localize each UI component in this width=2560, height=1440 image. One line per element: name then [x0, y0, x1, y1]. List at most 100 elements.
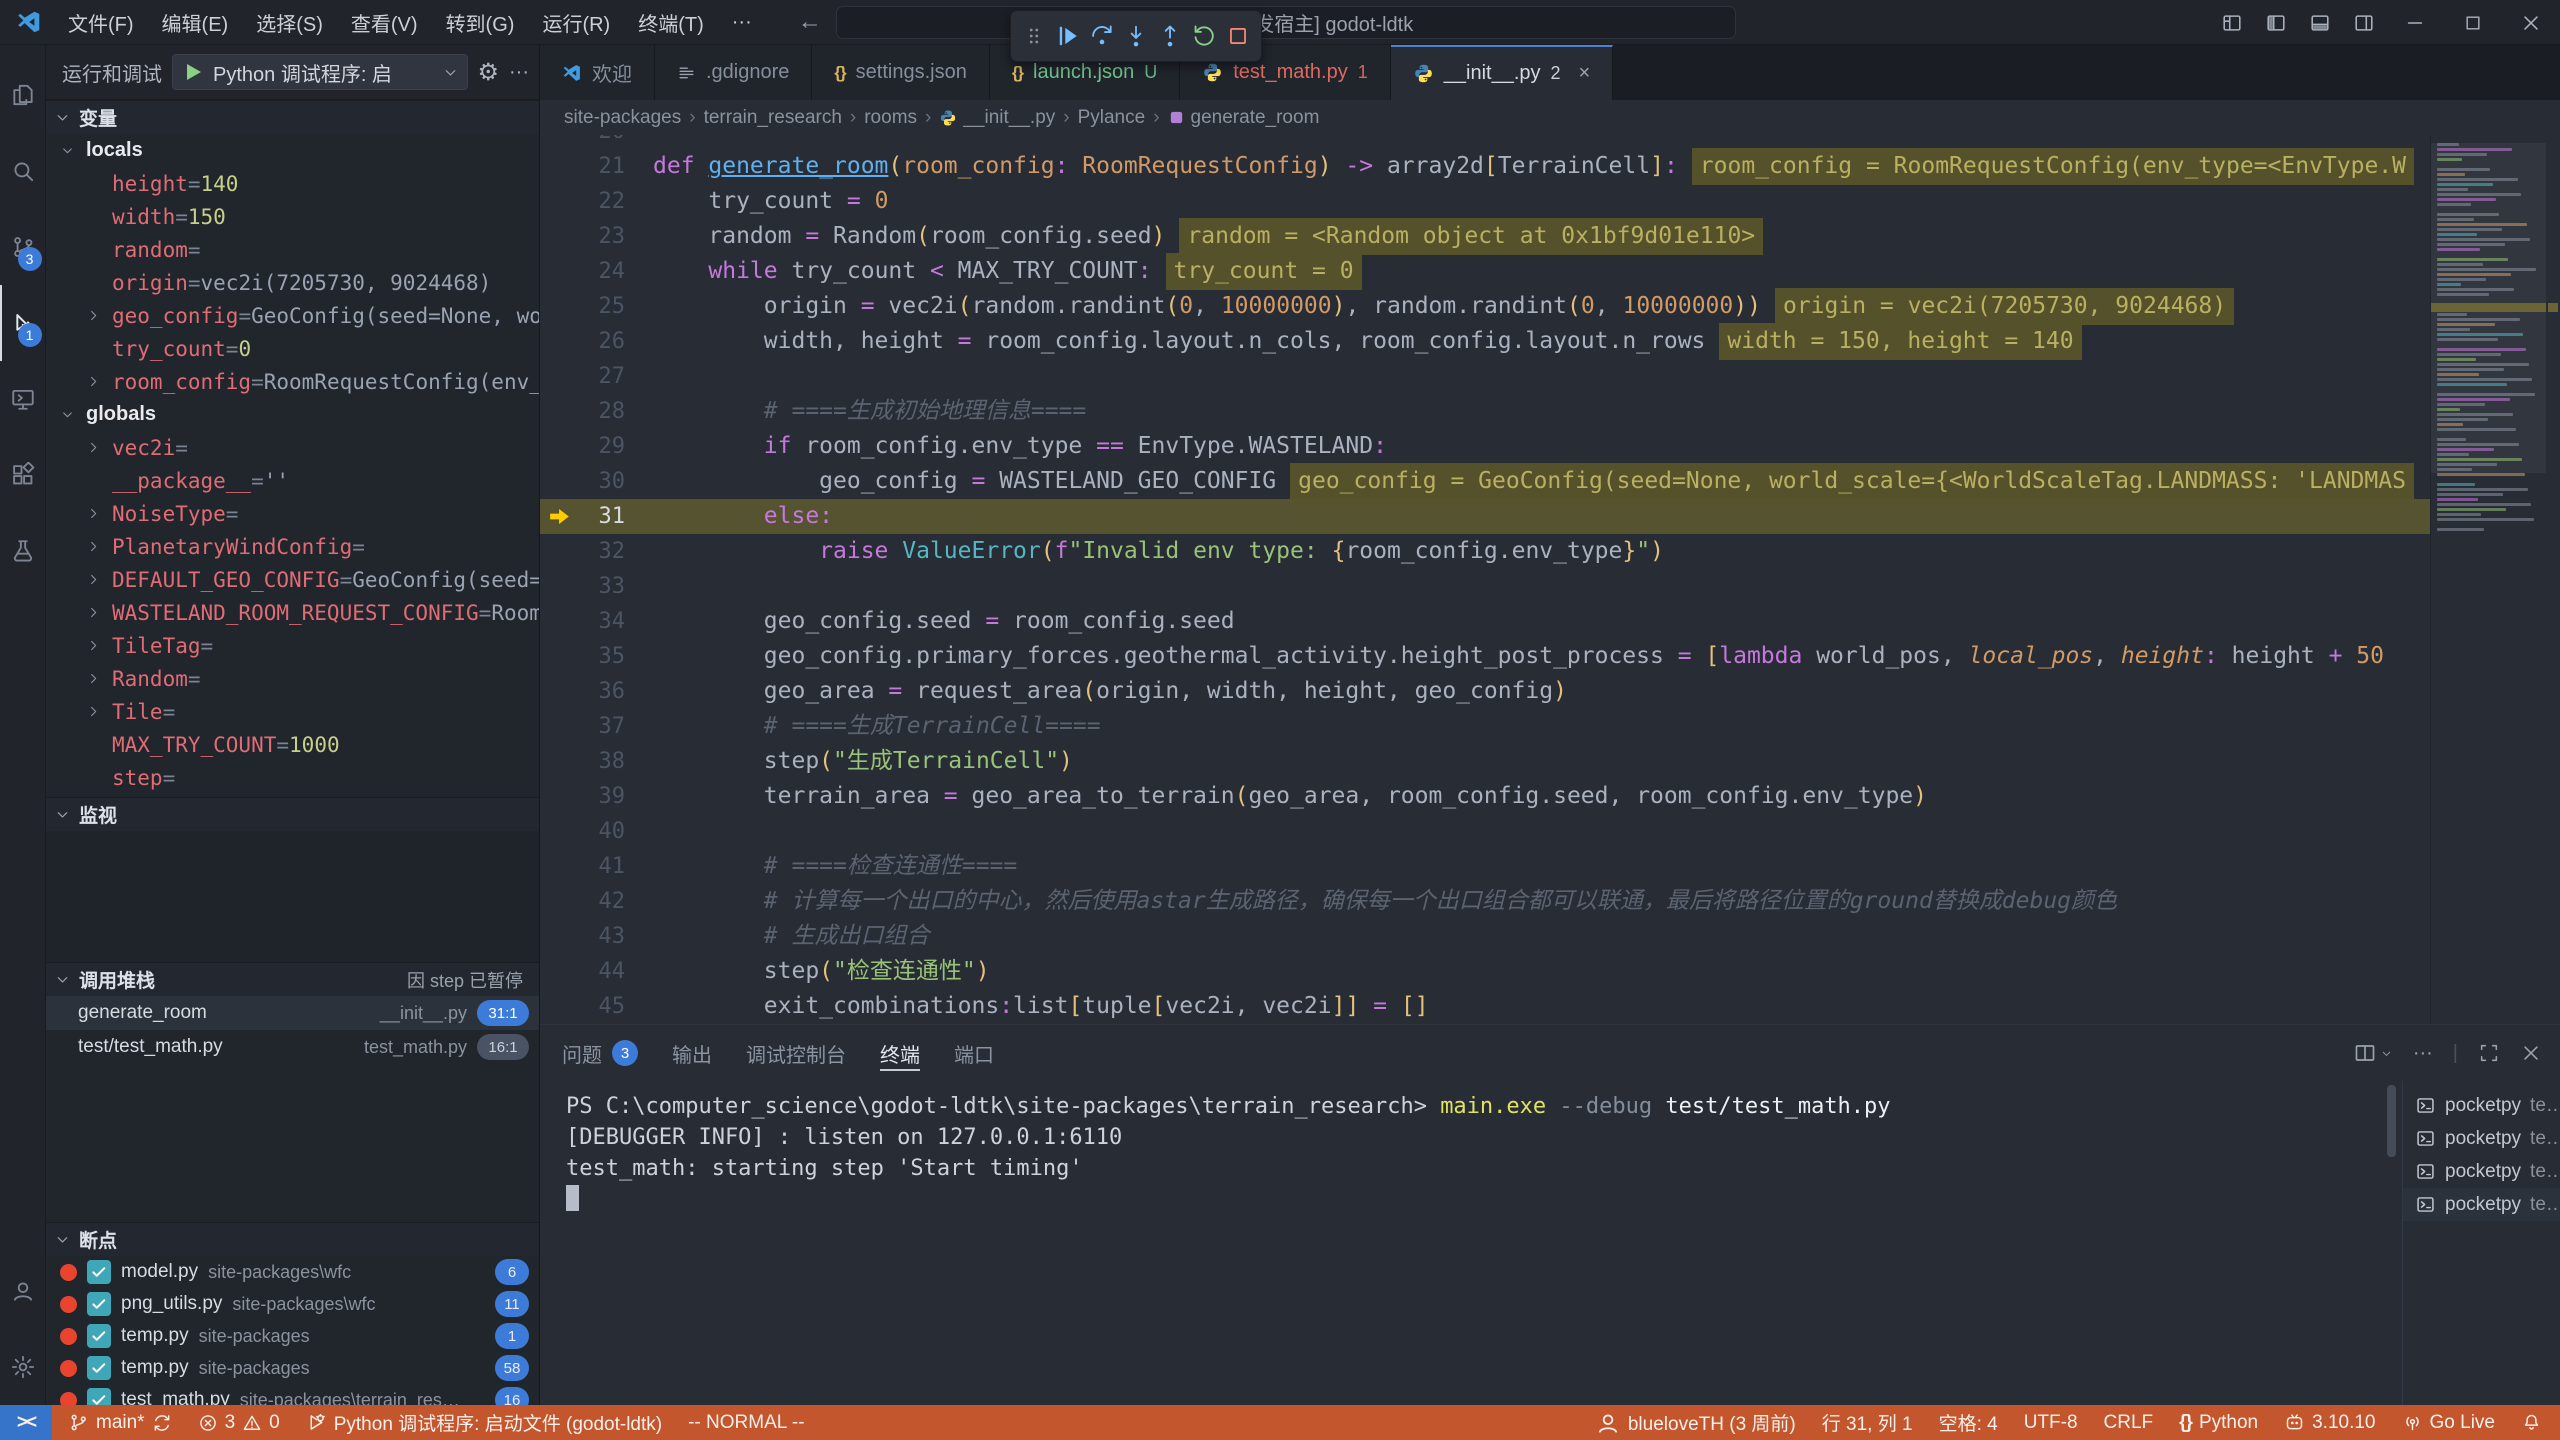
status-item--4[interactable]: 空格: 4	[1939, 1409, 1998, 1436]
code-line-26[interactable]: 26 width, height = room_config.layout.n_…	[540, 324, 2430, 359]
start-debug-icon[interactable]	[181, 60, 205, 84]
panel-tab-端口[interactable]: 端口	[954, 1025, 994, 1081]
command-center-search[interactable]: [扩展开发宿主] godot-ldtk	[836, 6, 1736, 39]
window-minimize-icon[interactable]	[2386, 0, 2444, 45]
maximize-panel-icon[interactable]	[2478, 1042, 2500, 1064]
status-item-3[interactable]: 30	[198, 1412, 280, 1434]
stack-frame[interactable]: generate_room__init__.py 31:1	[46, 996, 539, 1030]
terminal-session-item[interactable]: pocketpyte…	[2403, 1122, 2560, 1155]
step-into-icon[interactable]	[1121, 21, 1151, 51]
code-line-20[interactable]: 20	[540, 135, 2430, 149]
breakpoint-checkbox[interactable]	[87, 1356, 111, 1380]
menu-···[interactable]: ···	[720, 7, 764, 38]
breakpoint-row[interactable]: model.pysite-packages\wfc 6	[46, 1256, 539, 1288]
code-line-34[interactable]: 34 geo_config.seed = room_config.seed	[540, 604, 2430, 639]
code-line-32[interactable]: 32 raise ValueError(f"Invalid env type: …	[540, 534, 2430, 569]
step-over-icon[interactable]	[1087, 21, 1117, 51]
status-item[interactable]	[2521, 1412, 2542, 1433]
status-item-3-10-10[interactable]: 3.10.10	[2284, 1412, 2375, 1434]
code-line-24[interactable]: 24 while try_count < MAX_TRY_COUNT:try_c…	[540, 254, 2430, 289]
breadcrumb-item[interactable]: __init__.py	[939, 107, 1055, 129]
variable-row[interactable]: room_config = RoomRequestConfig(env_t…	[46, 365, 539, 398]
variable-row[interactable]: random =	[46, 233, 539, 266]
code-line-30[interactable]: 30 geo_config = WASTELAND_GEO_CONFIGgeo_…	[540, 464, 2430, 499]
layout-toggle-icon[interactable]	[2210, 0, 2254, 45]
tab-欢迎[interactable]: 欢迎	[540, 45, 655, 100]
panel-left-toggle-icon[interactable]	[2254, 0, 2298, 45]
variable-row[interactable]: DEFAULT_GEO_CONFIG = GeoConfig(seed=1…	[46, 563, 539, 596]
variables-scope-globals[interactable]: globals	[46, 398, 539, 431]
variable-row[interactable]: vec2i =	[46, 431, 539, 464]
menu-文件(F)[interactable]: 文件(F)	[56, 4, 146, 41]
variable-row[interactable]: geo_config = GeoConfig(seed=None, wor…	[46, 299, 539, 332]
nav-back-icon[interactable]: ←	[798, 8, 822, 36]
window-maximize-icon[interactable]	[2444, 0, 2502, 45]
activity-explorer[interactable]	[0, 57, 46, 133]
code-line-23[interactable]: 23 random = Random(room_config.seed)rand…	[540, 219, 2430, 254]
breakpoint-checkbox[interactable]	[87, 1388, 111, 1405]
breakpoint-row[interactable]: temp.pysite-packages 1	[46, 1320, 539, 1352]
menu-选择(S)[interactable]: 选择(S)	[244, 4, 335, 41]
breakpoint-row[interactable]: test_math.pysite-packages\terrain_res… 1…	[46, 1384, 539, 1405]
activity-extensions[interactable]	[0, 437, 46, 513]
code-line-29[interactable]: 29 if room_config.env_type == EnvType.WA…	[540, 429, 2430, 464]
panel-tab-问题[interactable]: 问题3	[562, 1025, 638, 1081]
terminal-scrollbar[interactable]	[2387, 1085, 2396, 1157]
tab-.gdignore[interactable]: .gdignore	[655, 45, 812, 100]
variable-row[interactable]: PlanetaryWindConfig =	[46, 530, 539, 563]
activity-account[interactable]	[0, 1253, 46, 1329]
breakpoint-checkbox[interactable]	[87, 1292, 111, 1316]
breakpoint-row[interactable]: png_utils.pysite-packages\wfc 11	[46, 1288, 539, 1320]
menu-查看(V)[interactable]: 查看(V)	[339, 4, 430, 41]
breakpoint-row[interactable]: temp.pysite-packages 58	[46, 1352, 539, 1384]
code-line-39[interactable]: 39 terrain_area = geo_area_to_terrain(ge…	[540, 779, 2430, 814]
variable-row[interactable]: try_count = 0	[46, 332, 539, 365]
panel-tab-输出[interactable]: 输出	[672, 1025, 712, 1081]
terminal-session-item[interactable]: pocketpyte…	[2403, 1155, 2560, 1188]
tab-settings.json[interactable]: {} settings.json	[812, 45, 989, 100]
activity-settings[interactable]	[0, 1329, 46, 1405]
code-line-45[interactable]: 45 exit_combinations:list[tuple[vec2i, v…	[540, 989, 2430, 1024]
panel-tab-调试控制台[interactable]: 调试控制台	[746, 1025, 846, 1081]
code-line-33[interactable]: 33	[540, 569, 2430, 604]
variables-scope-locals[interactable]: locals	[46, 134, 539, 167]
variable-row[interactable]: Tile =	[46, 695, 539, 728]
breakpoints-section-header[interactable]: 断点	[46, 1222, 539, 1256]
minimap[interactable]	[2430, 135, 2546, 1024]
code-line-37[interactable]: 37 # ====生成TerrainCell====	[540, 709, 2430, 744]
breadcrumb-item[interactable]: Pylance	[1078, 107, 1146, 129]
variable-row[interactable]: __package__ = ''	[46, 464, 539, 497]
stack-frame[interactable]: test/test_math.pytest_math.py 16:1	[46, 1030, 539, 1064]
code-line-27[interactable]: 27	[540, 359, 2430, 394]
activity-source-control[interactable]: 3	[0, 209, 46, 285]
stop-icon[interactable]	[1223, 21, 1253, 51]
variable-row[interactable]: origin = vec2i(7205730, 9024468)	[46, 266, 539, 299]
status-item-main-[interactable]: main*	[68, 1412, 172, 1434]
overview-ruler[interactable]	[2546, 135, 2560, 1024]
status-item-Python-godot-ldtk-[interactable]: Python 调试程序: 启动文件 (godot-ldtk)	[306, 1409, 662, 1436]
status-item-CRLF[interactable]: CRLF	[2104, 1412, 2154, 1434]
breakpoint-checkbox[interactable]	[87, 1324, 111, 1348]
variable-row[interactable]: step =	[46, 761, 539, 794]
menu-终端(T)[interactable]: 终端(T)	[626, 4, 716, 41]
continue-icon[interactable]	[1053, 21, 1083, 51]
window-close-icon[interactable]	[2502, 0, 2560, 45]
breadcrumb-item[interactable]: generate_room	[1168, 107, 1320, 129]
close-panel-icon[interactable]	[2520, 1042, 2542, 1064]
terminal-session-item[interactable]: pocketpyte…	[2403, 1089, 2560, 1122]
code-line-43[interactable]: 43 # 生成出口组合	[540, 919, 2430, 954]
breadcrumb-item[interactable]: terrain_research	[704, 107, 842, 129]
code-line-25[interactable]: 25 origin = vec2i(random.randint(0, 1000…	[540, 289, 2430, 324]
activity-run-debug[interactable]: 1	[0, 285, 46, 361]
tab-close-icon[interactable]: ×	[1579, 62, 1591, 85]
breadcrumb-item[interactable]: site-packages	[564, 107, 681, 129]
status-item--31-1[interactable]: 行 31, 列 1	[1822, 1409, 1913, 1436]
code-line-42[interactable]: 42 # 计算每一个出口的中心，然后使用astar生成路径，确保每一个出口组合都…	[540, 884, 2430, 919]
variable-row[interactable]: height = 140	[46, 167, 539, 200]
breakpoint-checkbox[interactable]	[87, 1260, 111, 1284]
status-item-Python[interactable]: {}Python	[2179, 1412, 2258, 1434]
call-stack-section-header[interactable]: 调用堆栈 因 step 已暂停	[46, 962, 539, 996]
terminal-session-item[interactable]: pocketpyte…	[2403, 1188, 2560, 1221]
code-line-22[interactable]: 22 try_count = 0	[540, 184, 2430, 219]
variable-row[interactable]: MAX_TRY_COUNT = 1000	[46, 728, 539, 761]
